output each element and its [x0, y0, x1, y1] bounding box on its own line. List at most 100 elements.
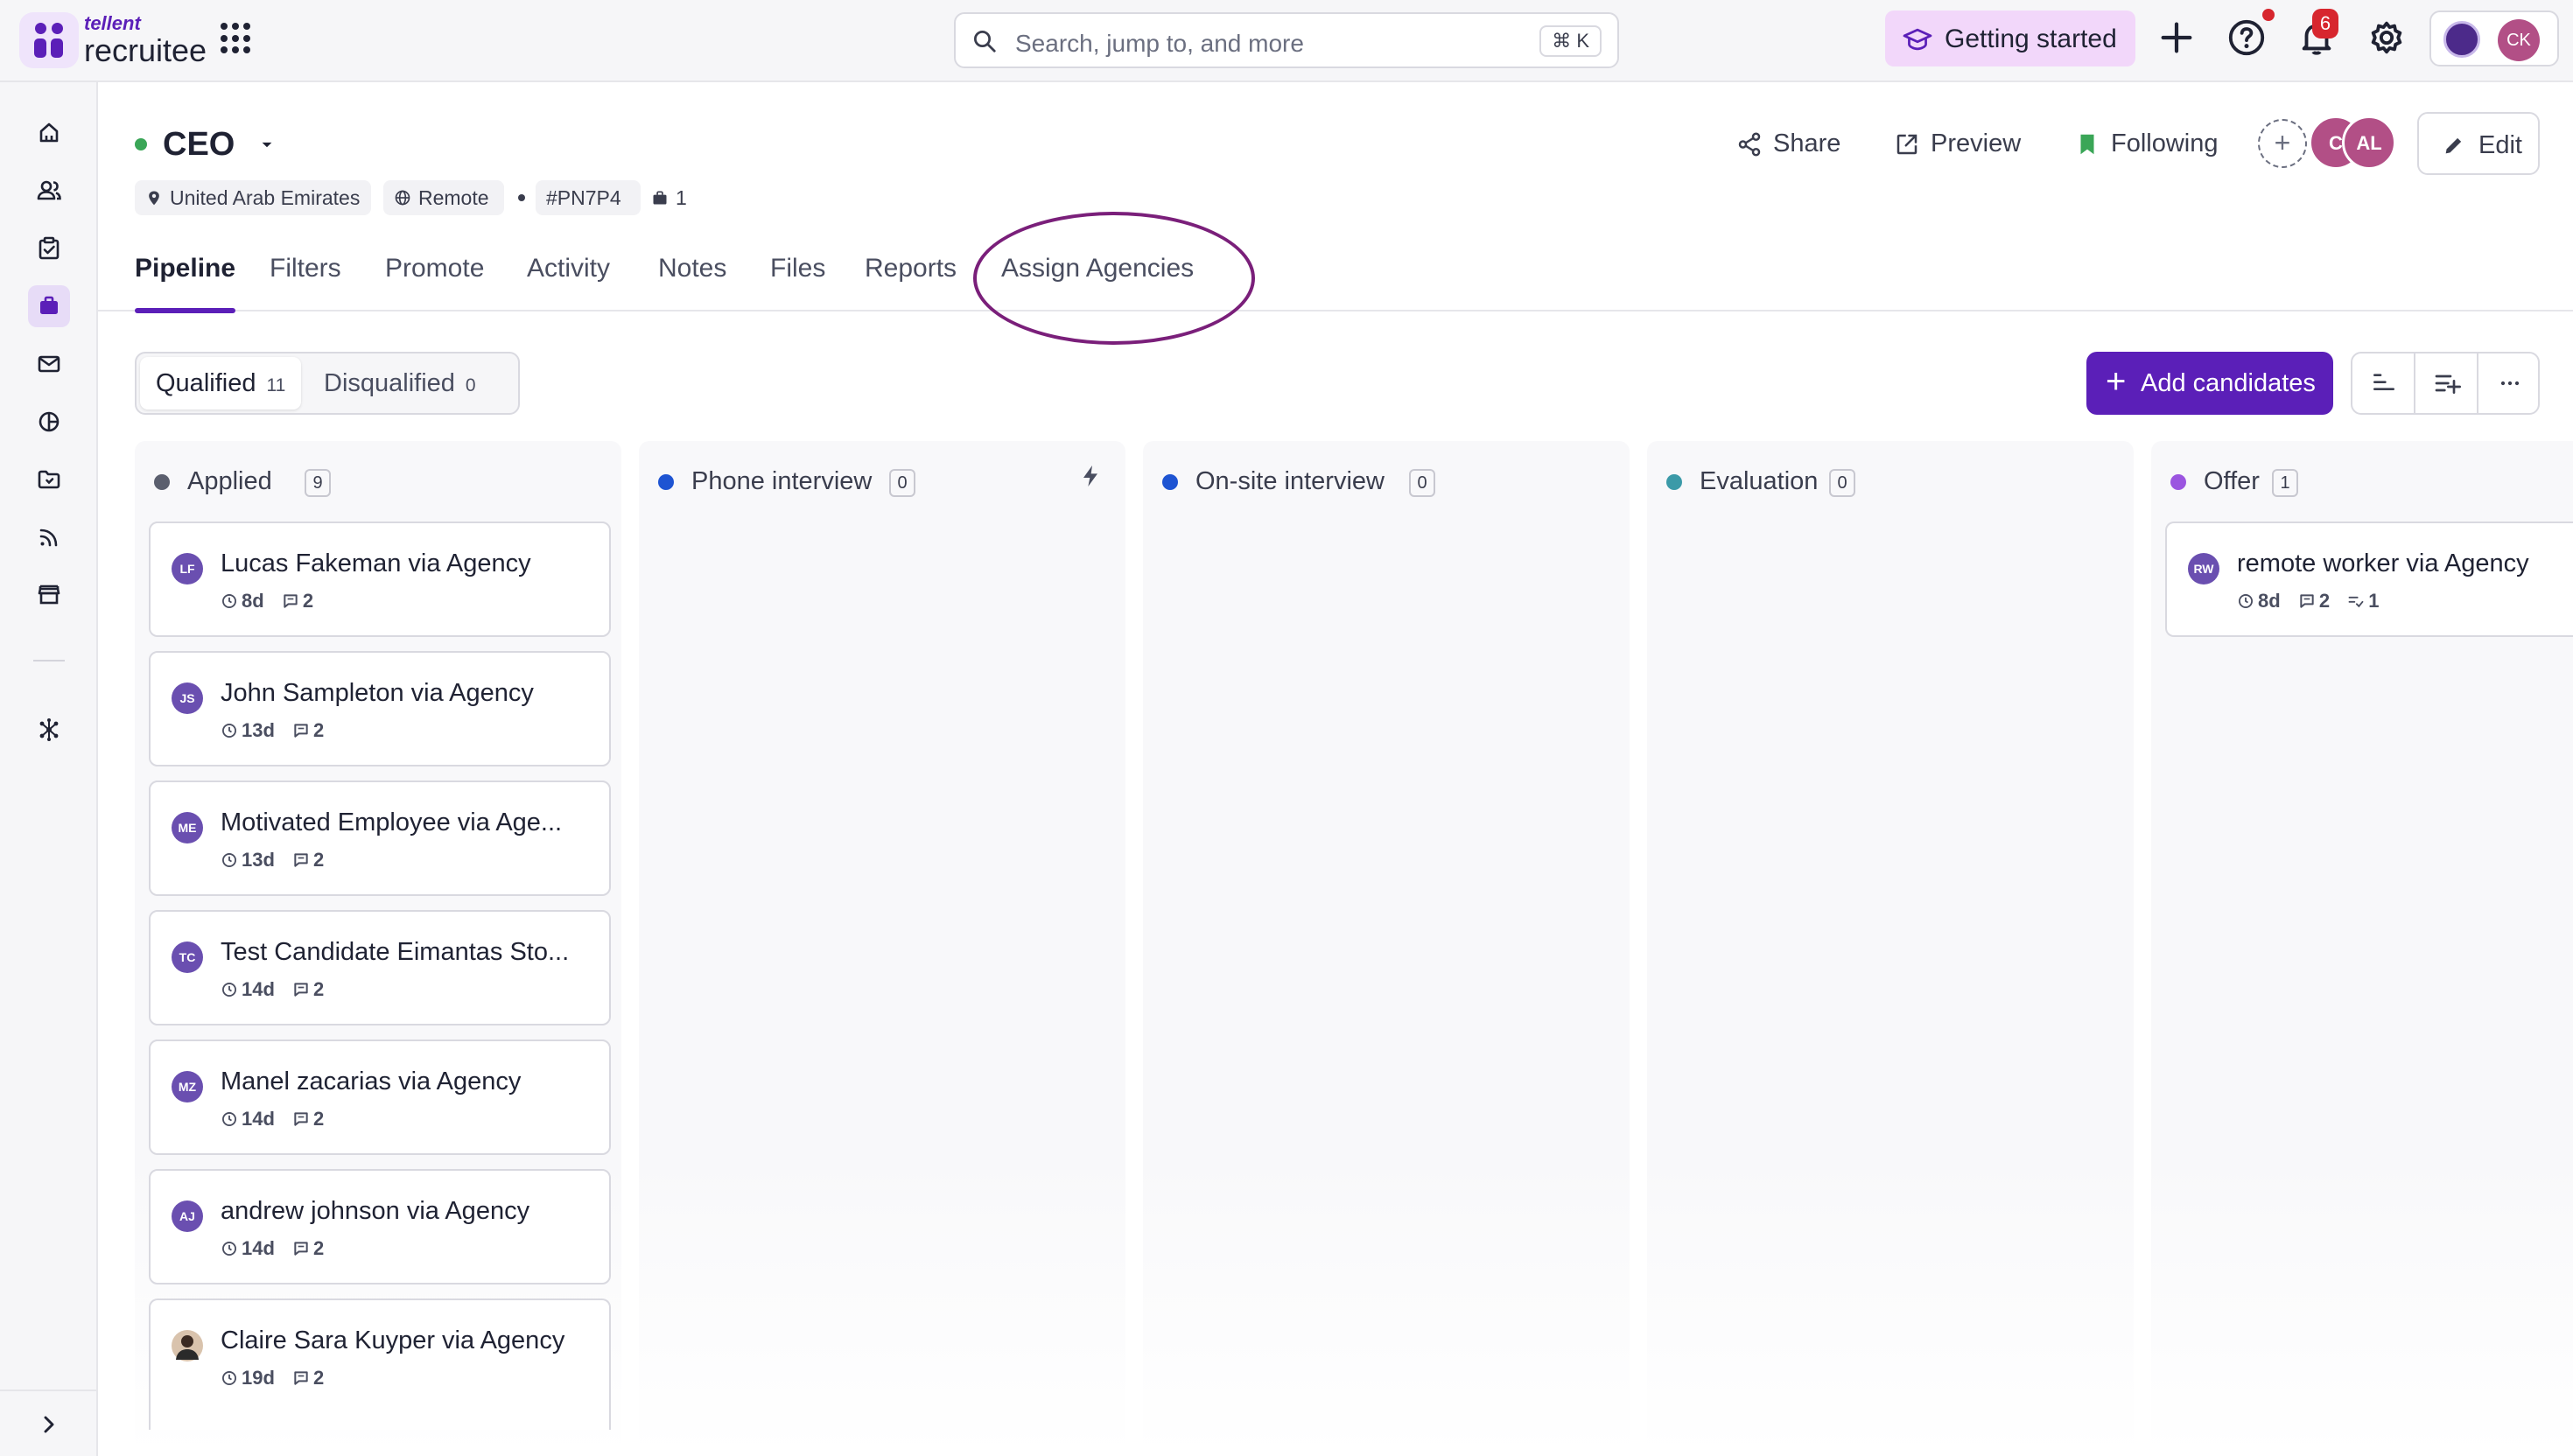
nav-marketplace[interactable]: [28, 574, 70, 616]
candidate-card[interactable]: MZ Manel zacarias via Agency 14d 2: [149, 1040, 611, 1155]
nav-reports[interactable]: [28, 401, 70, 443]
more-options-button[interactable]: [2478, 354, 2541, 413]
sort-lines-icon: [2373, 374, 2394, 390]
disqualified-count: 0: [465, 375, 476, 396]
follower-avatar[interactable]: AL: [2342, 116, 2396, 170]
candidate-age: 14d: [242, 978, 275, 1000]
tab-reports[interactable]: Reports: [865, 254, 957, 312]
candidate-avatar: JS: [172, 682, 203, 714]
edit-label: Edit: [2478, 131, 2522, 159]
tab-files[interactable]: Files: [770, 254, 825, 312]
qualified-count: 11: [266, 375, 286, 396]
store-icon: [38, 584, 60, 605]
nav-talent-pools[interactable]: [28, 458, 70, 500]
candidate-name: John Sampleton via Agency: [221, 679, 534, 707]
candidate-card[interactable]: JS John Sampleton via Agency 13d 2: [149, 651, 611, 766]
following-button[interactable]: Following: [2074, 122, 2240, 164]
stage-color-dot: [658, 474, 674, 490]
nav-integrations[interactable]: [28, 709, 70, 751]
stage-color-dot: [2170, 474, 2186, 490]
candidate-name: Lucas Fakeman via Agency: [221, 550, 531, 578]
tab-pipeline[interactable]: Pipeline: [135, 254, 236, 313]
comment-icon: [294, 724, 308, 738]
candidate-name: Manel zacarias via Agency: [221, 1068, 522, 1096]
recruitee-logo[interactable]: [19, 12, 79, 68]
expand-sidebar-button[interactable]: [0, 1390, 98, 1456]
comment-icon: [2300, 594, 2314, 608]
candidate-comments: 2: [313, 1108, 325, 1130]
briefcase-icon: [40, 296, 58, 314]
job-page: CEO United Arab Emirates Remote #PN7P4 1…: [98, 82, 2573, 1456]
job-switcher-caret-icon[interactable]: [256, 133, 278, 156]
candidate-age: 14d: [242, 1237, 275, 1259]
location-pin-icon: [149, 191, 159, 206]
add-follower-button[interactable]: +: [2258, 119, 2307, 168]
stage-column-applied: Applied 9 LF Lucas Fakeman via Agency 8d…: [135, 441, 621, 1456]
person-photo-icon: [176, 1335, 199, 1360]
nav-mailbox[interactable]: [28, 343, 70, 385]
sort-button[interactable]: [2352, 354, 2415, 413]
add-candidates-button[interactable]: + Add candidates: [2086, 352, 2333, 415]
qualified-option[interactable]: Qualified 11: [140, 357, 302, 410]
tab-filters[interactable]: Filters: [270, 254, 341, 312]
candidate-name: remote worker via Agency: [2237, 550, 2529, 578]
preview-button[interactable]: Preview: [1894, 122, 2034, 164]
candidate-comments: 2: [302, 590, 314, 612]
people-icon: [37, 180, 61, 200]
candidate-meta: 8d 2 1: [2237, 590, 2391, 612]
candidate-card[interactable]: LF Lucas Fakeman via Agency 8d 2: [149, 522, 611, 637]
clock-icon: [222, 1242, 236, 1256]
network-hub-icon: [39, 718, 59, 741]
tab-notes[interactable]: Notes: [658, 254, 726, 312]
candidate-name: andrew johnson via Agency: [221, 1197, 530, 1225]
candidate-tasks: 1: [2368, 590, 2380, 612]
tab-activity[interactable]: Activity: [527, 254, 610, 312]
candidate-card[interactable]: RW remote worker via Agency 8d 2 1: [2165, 522, 2573, 637]
share-button[interactable]: Share: [1736, 122, 1859, 164]
settings-gear-icon[interactable]: [2366, 18, 2407, 58]
candidate-meta: 19d 2: [221, 1367, 336, 1390]
candidate-age: 19d: [242, 1367, 275, 1389]
getting-started-button[interactable]: Getting started: [1885, 10, 2135, 66]
clock-icon: [222, 594, 236, 608]
candidate-comments: 2: [2318, 590, 2331, 612]
edit-job-button[interactable]: Edit: [2417, 112, 2540, 175]
candidate-avatar: RW: [2188, 553, 2219, 584]
plus-icon[interactable]: [2156, 18, 2197, 58]
candidate-card[interactable]: ME Motivated Employee via Age... 13d 2: [149, 780, 611, 896]
stage-column-phone-interview: Phone interview 0: [639, 441, 1125, 1456]
search-icon: [974, 31, 996, 52]
candidate-age: 14d: [242, 1108, 275, 1130]
nav-divider: [33, 660, 65, 662]
nav-jobs[interactable]: [28, 285, 70, 327]
nav-candidates[interactable]: [28, 170, 70, 212]
candidate-name: Test Candidate Eimantas Sto...: [221, 938, 570, 966]
nav-tasks[interactable]: [28, 228, 70, 270]
nav-home[interactable]: [28, 112, 70, 154]
candidate-card[interactable]: Claire Sara Kuyper via Agency 19d 2: [149, 1298, 611, 1430]
job-title: CEO: [163, 126, 235, 163]
candidate-avatar: TC: [172, 942, 203, 973]
user-avatar: CK: [2498, 19, 2540, 61]
candidate-comments: 2: [313, 849, 325, 871]
global-search[interactable]: Search, jump to, and more ⌘ K: [954, 12, 1619, 68]
candidate-card[interactable]: TC Test Candidate Eimantas Sto... 14d 2: [149, 910, 611, 1026]
brand-main: recruitee: [84, 32, 207, 68]
account-switcher[interactable]: CK: [2429, 10, 2559, 66]
stage-count: 9: [305, 469, 331, 497]
tab-promote[interactable]: Promote: [385, 254, 484, 312]
add-to-list-button[interactable]: [2415, 354, 2478, 413]
job-location-text: United Arab Emirates: [170, 186, 361, 209]
chevron-right-icon: [44, 1416, 54, 1433]
disqualified-option[interactable]: Disqualified 0: [308, 357, 492, 410]
stage-count: 1: [2272, 469, 2298, 497]
job-code[interactable]: #PN7P4: [536, 180, 641, 215]
candidate-photo: [172, 1330, 203, 1362]
brand-wordmark: tellent recruitee: [84, 14, 207, 66]
apps-grid-icon[interactable]: [219, 21, 254, 56]
nav-feed[interactable]: [28, 516, 70, 558]
help-icon[interactable]: [2226, 18, 2267, 58]
candidate-age: 13d: [242, 719, 275, 741]
candidate-card[interactable]: AJ andrew johnson via Agency 14d 2: [149, 1169, 611, 1284]
lightning-bolt-icon[interactable]: [1076, 462, 1104, 490]
